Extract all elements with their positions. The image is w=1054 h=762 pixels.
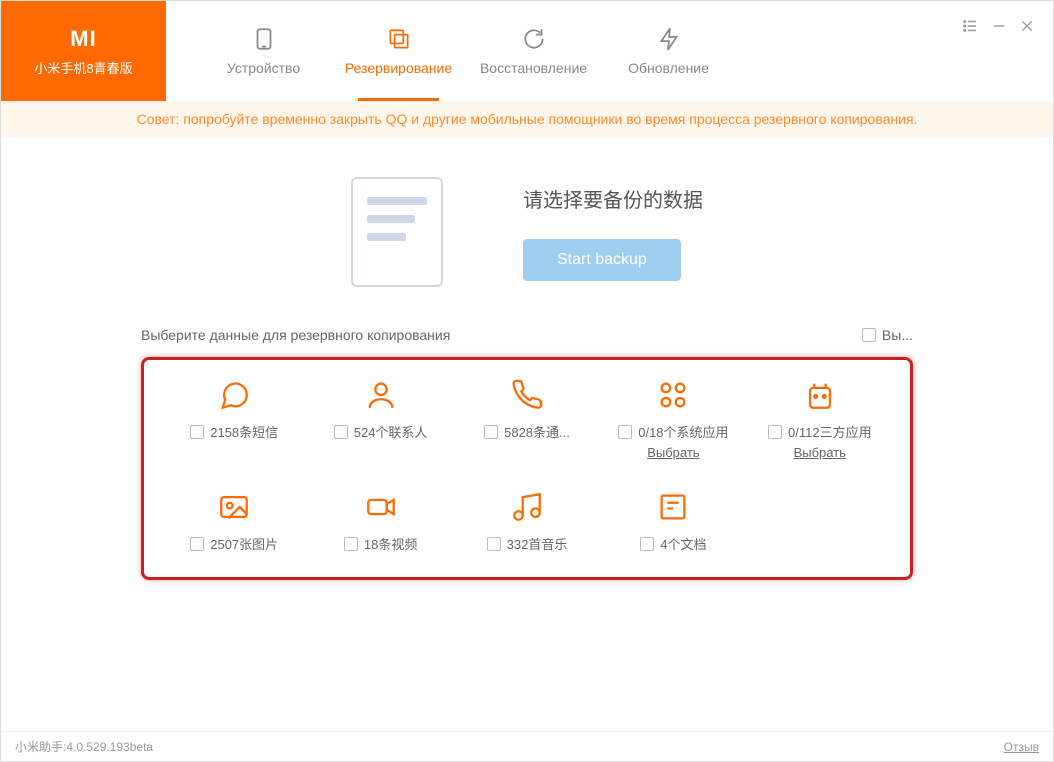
hero: 请选择要备份的数据 Start backup (141, 177, 913, 287)
tab-device-label: Устройство (227, 60, 300, 76)
brand-device: 小米手机8青春版 (34, 58, 132, 77)
tab-backup-label: Резервирование (345, 60, 452, 76)
calls-checkbox[interactable] (484, 425, 498, 439)
sysapps-select-link[interactable]: Выбрать (647, 445, 699, 460)
videos-icon (364, 490, 398, 524)
tab-update-label: Обновление (628, 60, 709, 76)
sysapps-icon (656, 378, 690, 412)
update-icon (656, 26, 682, 52)
item-photos[interactable]: 2507张图片 (164, 490, 304, 553)
contacts-icon (364, 378, 398, 412)
minimize-icon[interactable] (991, 18, 1007, 39)
sms-checkbox[interactable] (190, 425, 204, 439)
select-all-checkbox[interactable] (862, 328, 876, 342)
backup-items-grid: 2158条短信 524个联系人 5828条通... (164, 378, 890, 553)
brand-logo: MI (70, 26, 96, 52)
hero-title: 请选择要备份的数据 (523, 184, 703, 213)
item-calls[interactable]: 5828条通... (457, 378, 597, 460)
version-label: 小米助手:4.0.529.193beta (15, 738, 153, 755)
backup-items-highlight: 2158条短信 524个联系人 5828条通... (141, 357, 913, 580)
calls-icon (510, 378, 544, 412)
select-all-label: Вы... (882, 327, 913, 343)
item-music[interactable]: 332首音乐 (457, 490, 597, 553)
docs-checkbox[interactable] (640, 537, 654, 551)
docs-icon (656, 490, 690, 524)
item-docs[interactable]: 4个文档 (603, 490, 743, 553)
item-sysapps[interactable]: 0/18个系统应用 Выбрать (603, 378, 743, 460)
window-controls (961, 17, 1035, 40)
sms-icon (217, 378, 251, 412)
hero-right: 请选择要备份的数据 Start backup (523, 184, 703, 281)
menu-icon[interactable] (961, 17, 979, 40)
tabs: Устройство Резервирование Восстановление… (166, 1, 736, 101)
photos-checkbox[interactable] (190, 537, 204, 551)
thirdapps-icon (803, 378, 837, 412)
footer: 小米助手:4.0.529.193beta Отзыв (1, 731, 1053, 761)
tab-device[interactable]: Устройство (196, 1, 331, 101)
music-icon (510, 490, 544, 524)
contacts-checkbox[interactable] (334, 425, 348, 439)
item-sms[interactable]: 2158条短信 (164, 378, 304, 460)
restore-icon (521, 26, 547, 52)
music-checkbox[interactable] (487, 537, 501, 551)
item-contacts[interactable]: 524个联系人 (310, 378, 450, 460)
backup-icon (386, 26, 412, 52)
close-icon[interactable] (1019, 18, 1035, 39)
device-icon (251, 26, 277, 52)
videos-checkbox[interactable] (344, 537, 358, 551)
document-icon (351, 177, 443, 287)
item-videos[interactable]: 18条视频 (310, 490, 450, 553)
tab-restore[interactable]: Восстановление (466, 1, 601, 101)
thirdapps-checkbox[interactable] (768, 425, 782, 439)
tip-bar: Совет: попробуйте временно закрыть QQ и … (1, 101, 1053, 137)
tab-update[interactable]: Обновление (601, 1, 736, 101)
tab-backup[interactable]: Резервирование (331, 1, 466, 101)
item-thirdapps[interactable]: 0/112三方应用 Выбрать (750, 378, 890, 460)
thirdapps-select-link[interactable]: Выбрать (794, 445, 846, 460)
select-label: Выберите данные для резервного копирован… (141, 327, 450, 343)
feedback-link[interactable]: Отзыв (1004, 740, 1039, 754)
brand-block: MI 小米手机8青春版 (1, 1, 166, 101)
select-row: Выберите данные для резервного копирован… (141, 327, 913, 343)
content: 请选择要备份的数据 Start backup Выберите данные д… (1, 137, 1053, 731)
photos-icon (217, 490, 251, 524)
app-window: MI 小米手机8青春版 Устройство Резервирование (0, 0, 1054, 762)
header: MI 小米手机8青春版 Устройство Резервирование (1, 1, 1053, 101)
start-backup-button[interactable]: Start backup (523, 239, 681, 281)
tab-restore-label: Восстановление (480, 60, 587, 76)
sysapps-checkbox[interactable] (618, 425, 632, 439)
